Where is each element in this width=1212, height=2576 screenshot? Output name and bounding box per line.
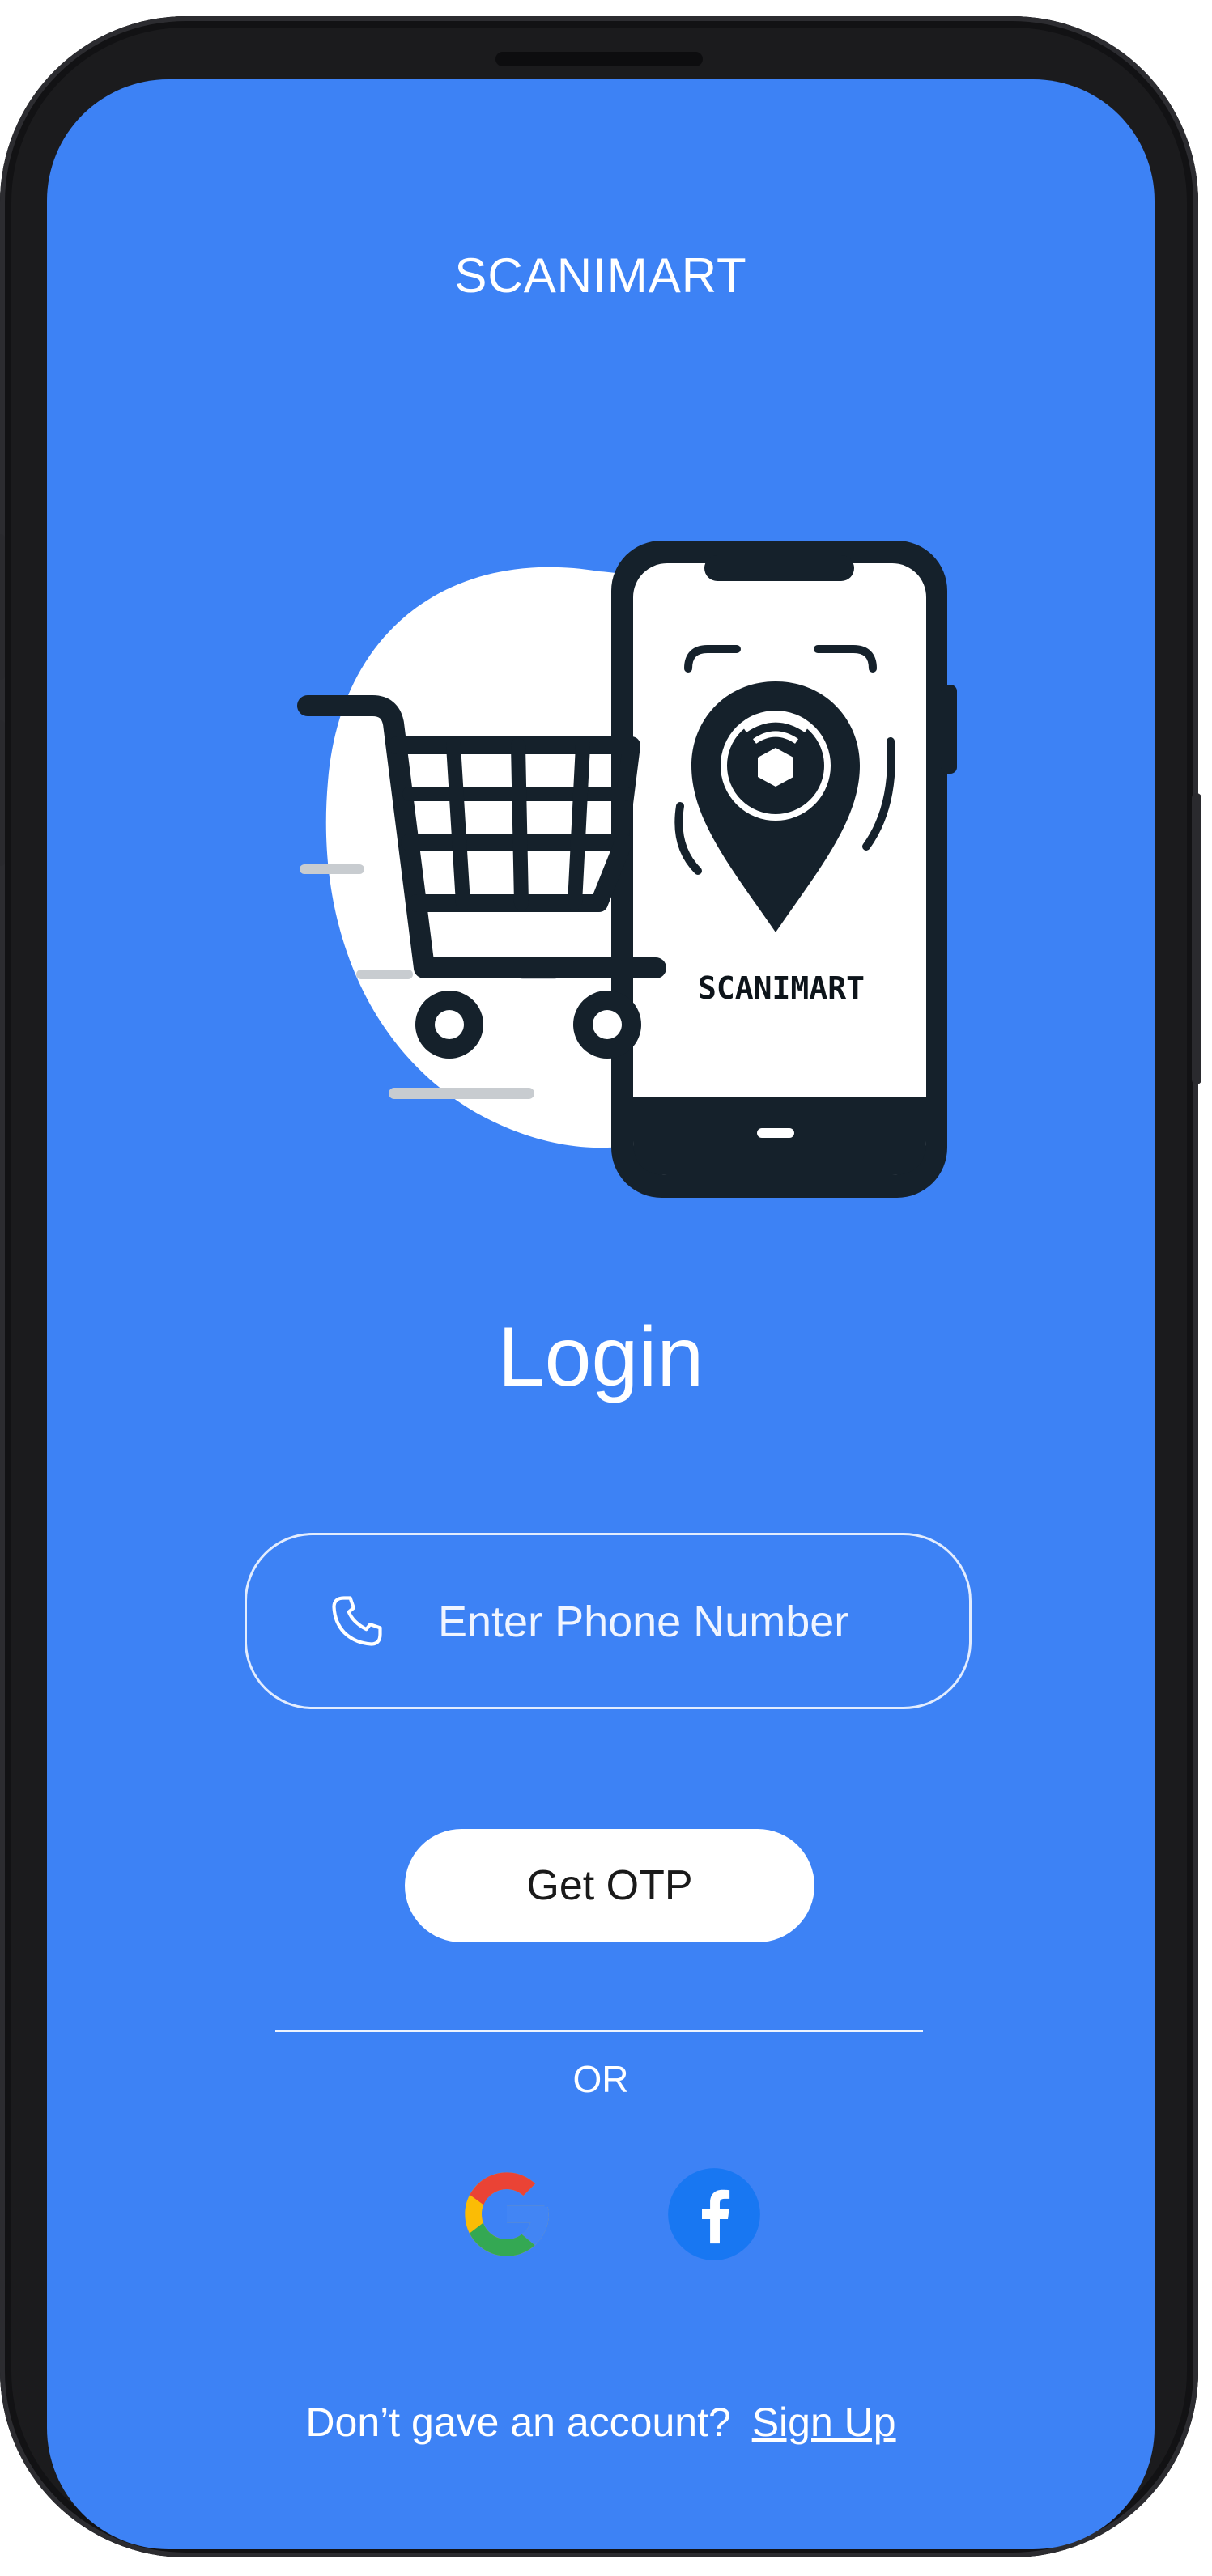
speed-line [356,970,413,979]
or-separator: OR [572,2058,629,2100]
power-button [1192,793,1201,1084]
get-otp-button[interactable]: Get OTP [405,1829,814,1942]
scanimart-logo: SCANIMART [297,541,957,1198]
google-icon[interactable] [457,2164,557,2264]
facebook-icon[interactable] [664,2164,764,2264]
signup-prompt: Don’t gave an account? Sign Up [47,2399,1155,2446]
logo-wordmark: SCANIMART [698,970,865,1006]
app-screen: SCANIMART SCANIMART Login Enter Phone Nu… [47,79,1155,2549]
divider-line [275,2030,923,2032]
phone-number-field[interactable] [245,1533,972,1709]
speed-line [300,864,364,874]
volume-button-2 [0,720,5,866]
earpiece-speaker [495,52,703,66]
app-title: SCANIMART [454,248,747,303]
logo-phone-notch [704,555,854,581]
logo-home-indicator [757,1128,794,1138]
phone-icon [332,1596,382,1646]
signup-question: Don’t gave an account? [305,2400,731,2445]
logo-phone-side-key [941,685,957,774]
sign-up-link[interactable]: Sign Up [752,2400,896,2445]
device-frame: SCANIMART SCANIMART Login Enter Phone Nu… [0,16,1201,2557]
phone-number-input[interactable] [436,1535,925,1708]
login-title: Login [497,1310,704,1404]
speed-line [389,1088,534,1099]
volume-button [0,534,5,680]
